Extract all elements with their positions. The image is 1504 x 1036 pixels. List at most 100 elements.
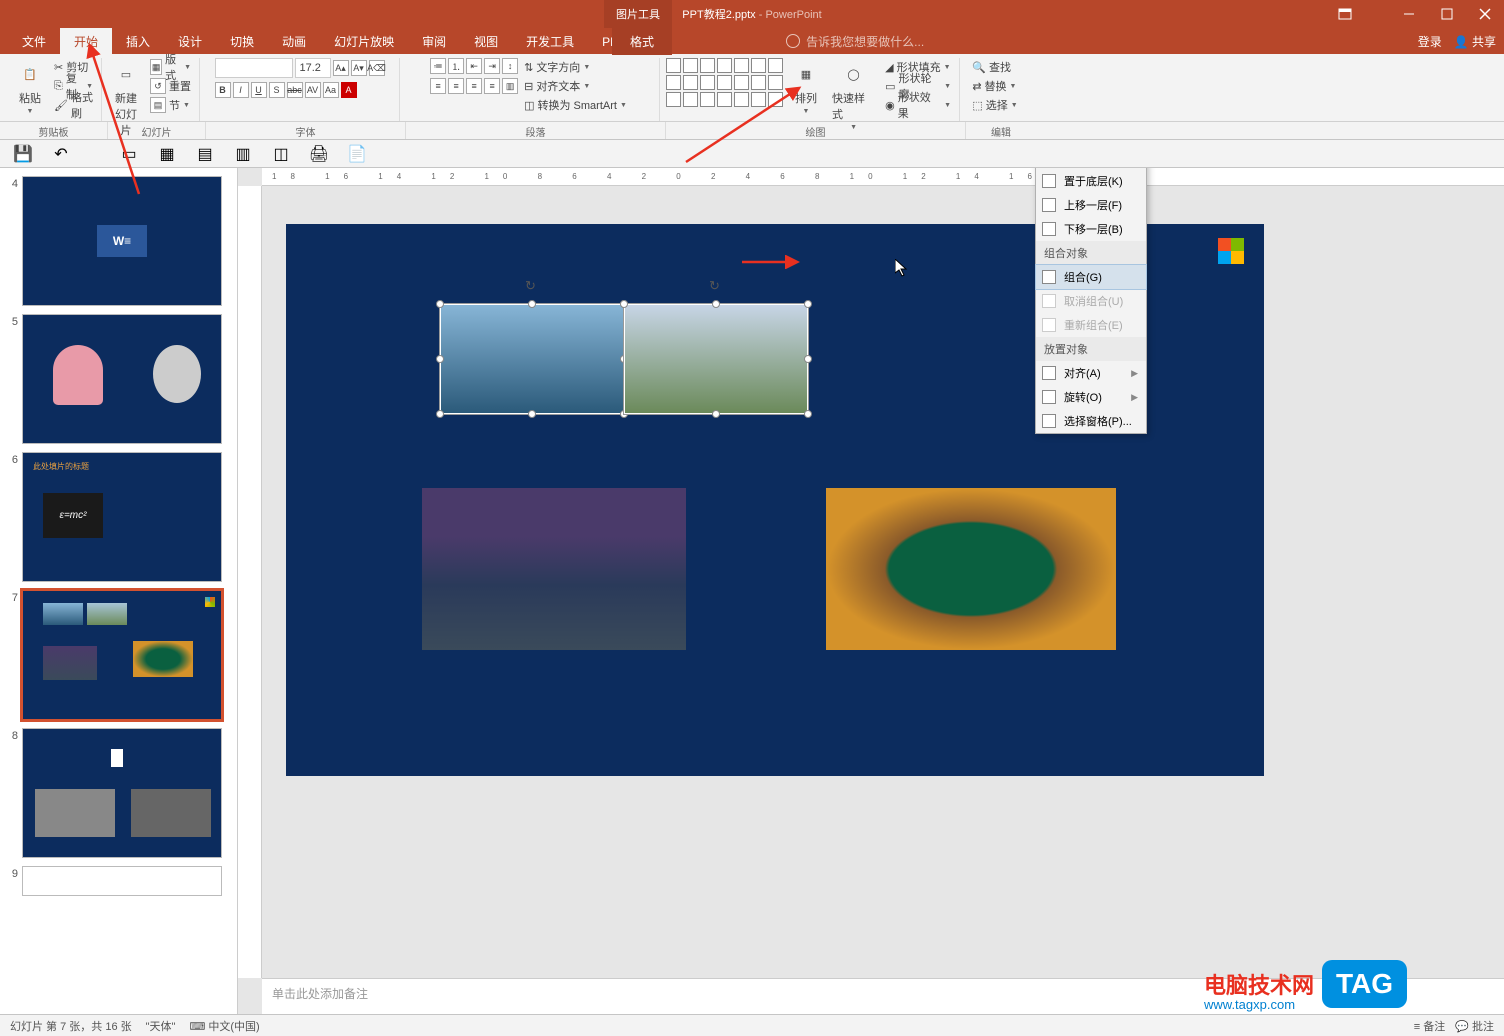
close-button[interactable] bbox=[1466, 0, 1504, 28]
justify-button[interactable]: ≡ bbox=[484, 78, 500, 94]
thumb-8-preview[interactable] bbox=[22, 728, 222, 858]
resize-handle[interactable] bbox=[712, 410, 720, 418]
shapes-gallery[interactable] bbox=[666, 58, 784, 108]
login-link[interactable]: 登录 bbox=[1418, 33, 1442, 50]
notes-toggle[interactable]: ≡ 备注 bbox=[1414, 1018, 1445, 1034]
thumb-4-preview[interactable]: W≡ bbox=[22, 176, 222, 306]
thumb-4[interactable]: 4★ W≡ bbox=[4, 176, 233, 306]
qat-btn-6[interactable]: 🖨 bbox=[310, 145, 328, 163]
undo-button[interactable]: ↶ bbox=[52, 145, 70, 163]
find-button[interactable]: 🔍查找 bbox=[970, 58, 1013, 76]
change-case-button[interactable]: Aa bbox=[323, 82, 339, 98]
thumb-9[interactable]: 9 bbox=[4, 866, 233, 896]
quick-styles-button[interactable]: ◯ 快速样式 ▼ bbox=[828, 58, 879, 133]
select-button[interactable]: ⬚选择▼ bbox=[970, 96, 1019, 114]
comments-toggle[interactable]: 💬 批注 bbox=[1455, 1018, 1494, 1034]
shape-effects-button[interactable]: ◉形状效果▼ bbox=[883, 96, 953, 114]
clear-format-button[interactable]: A⌫ bbox=[369, 60, 385, 76]
thumb-7-preview[interactable] bbox=[22, 590, 222, 720]
format-painter-button[interactable]: 🖌格式刷 bbox=[52, 96, 95, 114]
qat-btn-3[interactable]: ▤ bbox=[196, 145, 214, 163]
tab-home[interactable]: 开始 bbox=[60, 28, 112, 54]
shrink-font-button[interactable]: A▾ bbox=[351, 60, 367, 76]
thumb-5-preview[interactable] bbox=[22, 314, 222, 444]
tab-file[interactable]: 文件 bbox=[8, 28, 60, 54]
resize-handle[interactable] bbox=[436, 355, 444, 363]
language-indicator[interactable]: ⌨ 中文(中国) bbox=[189, 1018, 259, 1034]
align-text-button[interactable]: ⊟对齐文本▼ bbox=[522, 77, 629, 95]
align-right-button[interactable]: ≡ bbox=[466, 78, 482, 94]
bold-button[interactable]: B bbox=[215, 82, 231, 98]
selection-pane-item[interactable]: 选择窗格(P)... bbox=[1036, 409, 1146, 433]
thumb-5[interactable]: 5 bbox=[4, 314, 233, 444]
smartart-button[interactable]: ◫转换为 SmartArt▼ bbox=[522, 96, 629, 114]
minimize-button[interactable] bbox=[1390, 0, 1428, 28]
indent-inc-button[interactable]: ⇥ bbox=[484, 58, 500, 74]
image-mountain-2[interactable] bbox=[624, 304, 808, 414]
spacing-button[interactable]: AV bbox=[305, 82, 321, 98]
thumb-7[interactable]: 7★ bbox=[4, 590, 233, 720]
thumb-8[interactable]: 8 bbox=[4, 728, 233, 858]
slide-counter[interactable]: 幻灯片 第 7 张，共 16 张 bbox=[10, 1018, 132, 1034]
resize-handle[interactable] bbox=[712, 300, 720, 308]
resize-handle[interactable] bbox=[804, 300, 812, 308]
slide-thumbnails-panel[interactable]: 4★ W≡ 5 6 此处填片的标题 ε=mc² 7★ bbox=[0, 168, 238, 1014]
italic-button[interactable]: I bbox=[233, 82, 249, 98]
thumb-6-preview[interactable]: 此处填片的标题 ε=mc² bbox=[22, 452, 222, 582]
tab-animations[interactable]: 动画 bbox=[268, 28, 320, 54]
rotate-handle-icon[interactable] bbox=[709, 277, 723, 291]
line-spacing-button[interactable]: ↕ bbox=[502, 58, 518, 74]
align-item[interactable]: 对齐(A)▶ bbox=[1036, 361, 1146, 385]
resize-handle[interactable] bbox=[804, 410, 812, 418]
strike-button[interactable]: abc bbox=[287, 82, 303, 98]
qat-btn-1[interactable]: ▭ bbox=[120, 145, 138, 163]
share-button[interactable]: 👤 共享 bbox=[1454, 33, 1496, 50]
layout-button[interactable]: ▦版式▼ bbox=[148, 58, 193, 76]
tab-transitions[interactable]: 切换 bbox=[216, 28, 268, 54]
resize-handle[interactable] bbox=[436, 300, 444, 308]
maximize-button[interactable] bbox=[1428, 0, 1466, 28]
qat-btn-5[interactable]: ◫ bbox=[272, 145, 290, 163]
columns-button[interactable]: ▥ bbox=[502, 78, 518, 94]
indent-dec-button[interactable]: ⇤ bbox=[466, 58, 482, 74]
arrange-button[interactable]: ▦ 排列 ▼ bbox=[788, 58, 824, 117]
paste-button[interactable]: 📋 粘贴 ▼ bbox=[12, 58, 48, 117]
tab-view[interactable]: 视图 bbox=[460, 28, 512, 54]
qat-btn-7[interactable]: 📄 bbox=[348, 145, 366, 163]
underline-button[interactable]: U bbox=[251, 82, 267, 98]
resize-handle[interactable] bbox=[804, 355, 812, 363]
rotate-item[interactable]: 旋转(O)▶ bbox=[1036, 385, 1146, 409]
image-city[interactable] bbox=[422, 488, 686, 650]
numbering-button[interactable]: ⒈ bbox=[448, 58, 464, 74]
reset-button[interactable]: ↺重置 bbox=[148, 77, 193, 95]
font-color-button[interactable]: A bbox=[341, 82, 357, 98]
new-slide-button[interactable]: ▭ 新建 幻灯片 bbox=[108, 58, 144, 140]
replace-button[interactable]: ⇄替换▼ bbox=[970, 77, 1018, 95]
tell-me-search[interactable]: 告诉我您想要做什么... bbox=[786, 28, 924, 54]
text-direction-button[interactable]: ⇅文字方向▼ bbox=[522, 58, 629, 76]
resize-handle[interactable] bbox=[620, 300, 628, 308]
tab-developer[interactable]: 开发工具 bbox=[512, 28, 588, 54]
send-to-back-item[interactable]: 置于底层(K) bbox=[1036, 169, 1146, 193]
qat-btn-2[interactable]: ▦ bbox=[158, 145, 176, 163]
shadow-button[interactable]: S bbox=[269, 82, 285, 98]
thumb-6[interactable]: 6 此处填片的标题 ε=mc² bbox=[4, 452, 233, 582]
align-left-button[interactable]: ≡ bbox=[430, 78, 446, 94]
section-button[interactable]: ▤节▼ bbox=[148, 96, 193, 114]
grow-font-button[interactable]: A▴ bbox=[333, 60, 349, 76]
tab-slideshow[interactable]: 幻灯片放映 bbox=[320, 28, 408, 54]
tab-review[interactable]: 审阅 bbox=[408, 28, 460, 54]
align-center-button[interactable]: ≡ bbox=[448, 78, 464, 94]
image-chalkboard[interactable] bbox=[826, 488, 1116, 650]
thumb-9-preview[interactable] bbox=[22, 866, 222, 896]
tab-insert[interactable]: 插入 bbox=[112, 28, 164, 54]
resize-handle[interactable] bbox=[528, 300, 536, 308]
tab-format[interactable]: 格式 bbox=[612, 28, 672, 55]
group-item[interactable]: 组合(G) bbox=[1036, 265, 1146, 289]
bring-forward-item[interactable]: 上移一层(F) bbox=[1036, 193, 1146, 217]
ribbon-display-options-icon[interactable] bbox=[1338, 8, 1352, 23]
font-name-input[interactable] bbox=[215, 58, 293, 78]
resize-handle[interactable] bbox=[528, 410, 536, 418]
save-button[interactable]: 💾 bbox=[14, 145, 32, 163]
bullets-button[interactable]: ≔ bbox=[430, 58, 446, 74]
